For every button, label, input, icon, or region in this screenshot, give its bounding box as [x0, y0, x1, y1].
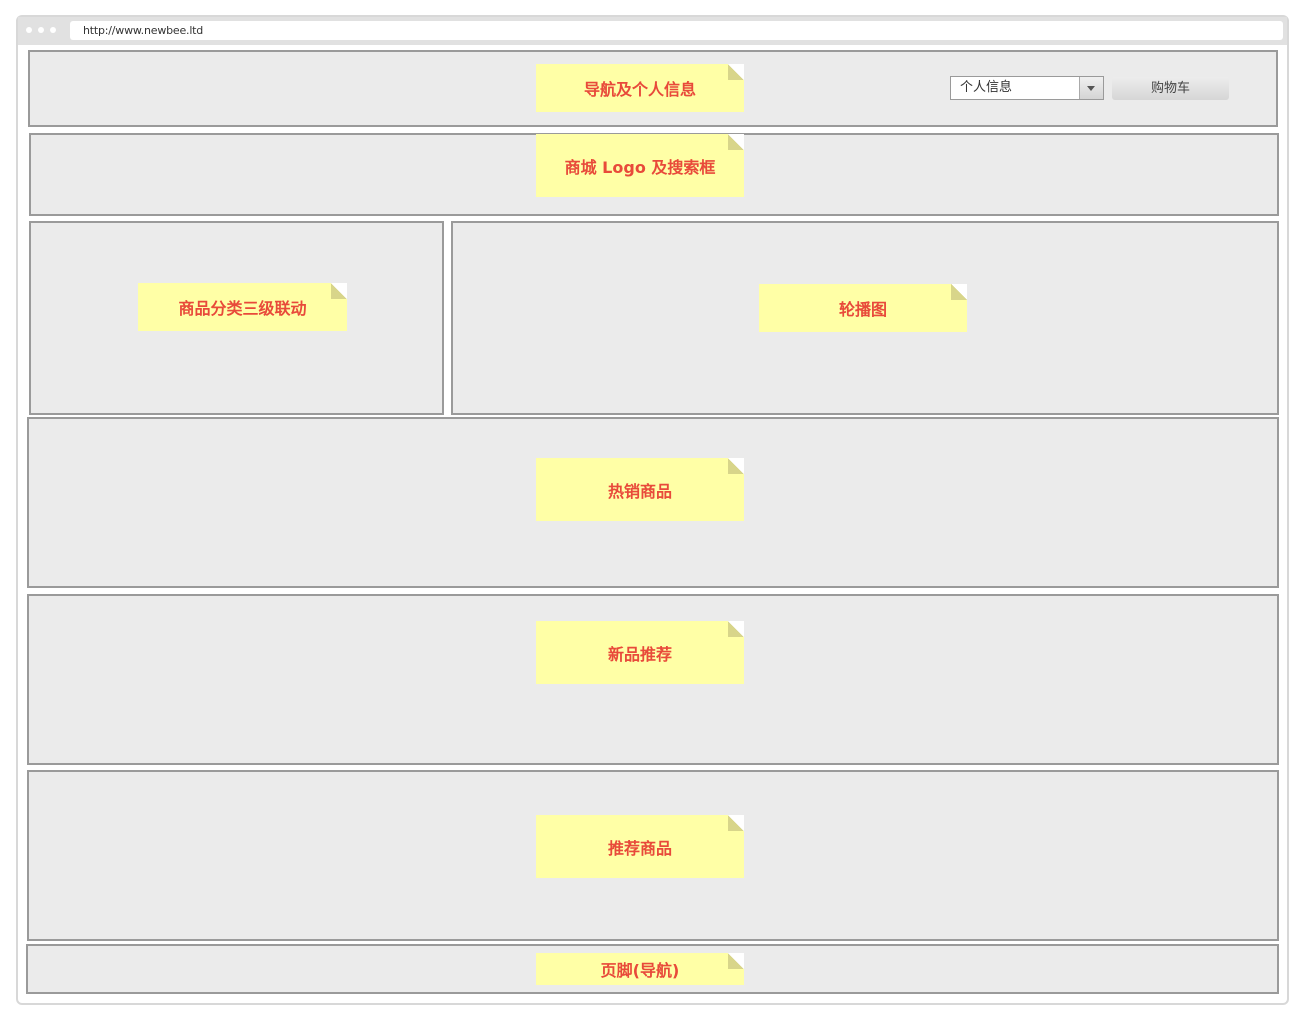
note-fold-icon	[728, 953, 744, 969]
note-fold-icon	[331, 283, 347, 299]
note-fold-icon	[728, 621, 744, 637]
carousel-note: 轮播图	[759, 284, 967, 332]
window-dot-icon	[50, 27, 56, 33]
new-products-note-label: 新品推荐	[607, 644, 672, 664]
profile-select[interactable]: 个人信息	[950, 76, 1104, 100]
hot-products-note-label: 热销商品	[607, 481, 672, 501]
category-note-label: 商品分类三级联动	[178, 299, 307, 318]
footer-note-label: 页脚(导航)	[600, 961, 680, 980]
recommend-products-note-label: 推荐商品	[607, 838, 672, 858]
logo-search-note: 商城 Logo 及搜索框	[536, 134, 744, 197]
chevron-down-icon[interactable]	[1079, 77, 1103, 99]
logo-search-note-label: 商城 Logo 及搜索框	[564, 157, 716, 177]
note-fold-icon	[951, 284, 967, 300]
window-dot-icon	[26, 27, 32, 33]
new-products-note: 新品推荐	[536, 621, 744, 684]
cart-button[interactable]: 购物车	[1112, 77, 1229, 100]
note-fold-icon	[728, 134, 744, 150]
footer-note: 页脚(导航)	[536, 953, 744, 985]
hot-products-note: 热销商品	[536, 458, 744, 521]
recommend-products-note: 推荐商品	[536, 815, 744, 878]
browser-titlebar: http://www.newbee.ltd	[18, 17, 1287, 45]
address-bar[interactable]: http://www.newbee.ltd	[70, 21, 1283, 40]
note-fold-icon	[728, 458, 744, 474]
note-fold-icon	[728, 815, 744, 831]
window-dot-icon	[38, 27, 44, 33]
carousel-note-label: 轮播图	[838, 300, 887, 319]
note-fold-icon	[728, 64, 744, 80]
category-note: 商品分类三级联动	[138, 283, 347, 331]
nav-note-label: 导航及个人信息	[583, 80, 696, 99]
profile-select-value: 个人信息	[960, 80, 1013, 95]
nav-note: 导航及个人信息	[536, 64, 744, 112]
